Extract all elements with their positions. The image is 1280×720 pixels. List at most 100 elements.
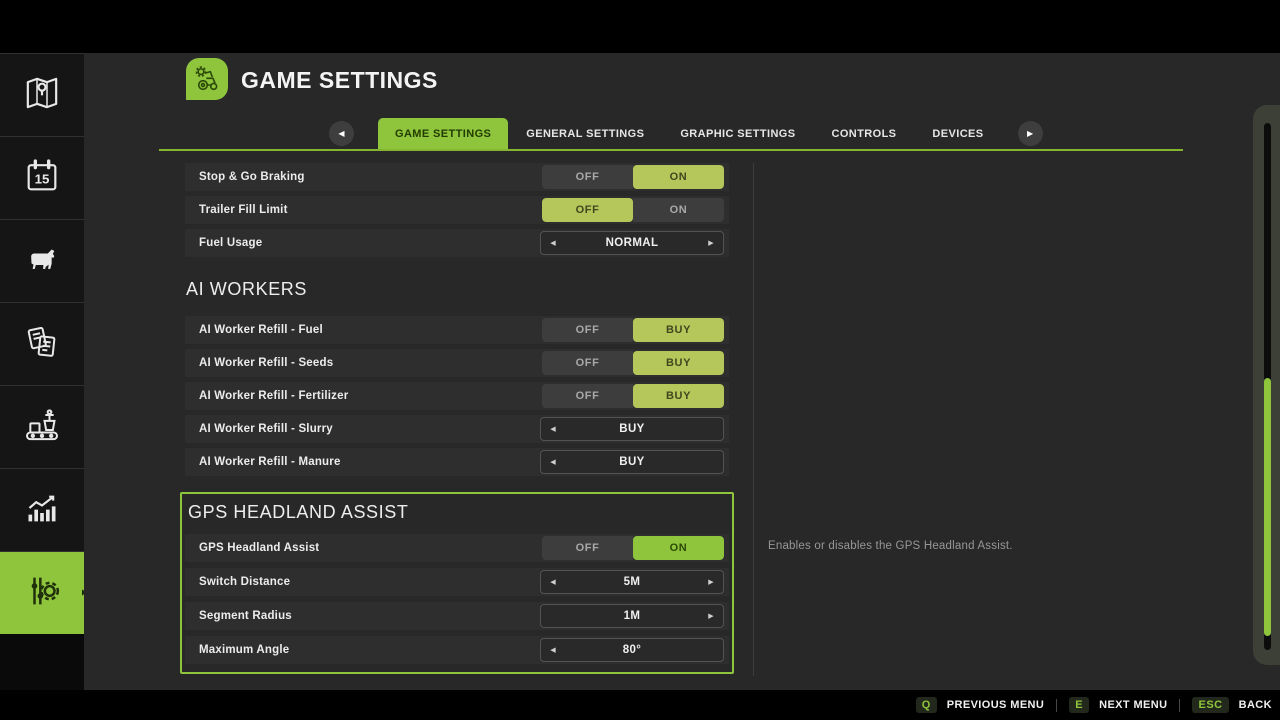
tab-underline [159,149,1183,151]
value-selector: ◀80°▶ [540,638,724,662]
setting-control: ◀5M▶ [540,570,724,594]
value-selector: ◀1M▶ [540,604,724,628]
settings-section: Stop & Go BrakingOFFONTrailer Fill Limit… [180,163,734,257]
setting-label: AI Worker Refill - Fertilizer [185,390,542,402]
setting-control: ◀1M▶ [540,604,724,628]
toggle-option-off[interactable]: OFF [542,198,633,222]
settings-section: AI WORKERSAI Worker Refill - FuelOFFBUYA… [180,277,734,476]
hint-label: BACK [1239,699,1272,711]
toggle-group: OFFBUY [542,318,724,342]
statistics-icon [22,488,62,533]
finances-icon [22,322,62,367]
setting-row: Maximum Angle◀80°▶ [185,636,729,664]
tab-devices[interactable]: DEVICES [914,118,1001,149]
toggle-group: OFFBUY [542,351,724,375]
toggle-option-off[interactable]: OFF [542,351,633,375]
hint-label: NEXT MENU [1099,699,1167,711]
tab-graphic-settings[interactable]: GRAPHIC SETTINGS [662,118,813,149]
selector-next-icon[interactable]: ▶ [699,239,723,247]
selector-next-icon[interactable]: ▶ [699,578,723,586]
settings-icon [22,571,62,616]
setting-control: ◀BUY▶ [540,450,724,474]
chevron-left-icon: ◀ [338,129,344,138]
setting-row: GPS Headland AssistOFFON [185,534,729,562]
setting-label: Maximum Angle [185,644,540,656]
toggle-option-buy[interactable]: BUY [633,318,724,342]
setting-control: OFFON [542,198,724,222]
letterbox-top [0,0,1280,53]
selector-value: BUY [565,456,699,468]
selector-next-icon[interactable]: ▶ [699,612,723,620]
toggle-option-off[interactable]: OFF [542,384,633,408]
main-panel: GAME SETTINGS ◀GAME SETTINGSGENERAL SETT… [84,53,1280,690]
toggle-option-buy[interactable]: BUY [633,351,724,375]
section-title: AI WORKERS [186,277,734,301]
key-badge: Q [916,697,937,713]
selector-prev-icon[interactable]: ◀ [541,458,565,466]
setting-label: Segment Radius [185,610,540,622]
toggle-option-on[interactable]: ON [633,165,724,189]
settings-list: Stop & Go BrakingOFFONTrailer Fill Limit… [180,163,734,674]
setting-label: AI Worker Refill - Slurry [185,423,540,435]
chevron-right-icon: ▶ [1027,129,1033,138]
setting-control: OFFON [542,536,724,560]
selector-prev-icon[interactable]: ◀ [541,425,565,433]
hint-label: PREVIOUS MENU [947,699,1045,711]
highlighted-settings-section: GPS HEADLAND ASSISTGPS Headland AssistOF… [180,492,734,674]
toggle-group: OFFON [542,165,724,189]
key-hint-next-menu: E NEXT MENU [1069,697,1167,713]
sidebar-item-statistics[interactable] [0,469,84,552]
setting-row: Switch Distance◀5M▶ [185,568,729,596]
value-selector: ◀5M▶ [540,570,724,594]
tab-bar: ◀ GAME SETTINGSGENERAL SETTINGSGRAPHIC SE… [329,118,1043,149]
selector-prev-icon[interactable]: ◀ [541,646,565,654]
value-selector: ◀NORMAL▶ [540,231,724,255]
key-badge: E [1069,697,1089,713]
selector-value: 1M [565,610,699,622]
setting-label: Switch Distance [185,576,540,588]
sidebar-item-calendar[interactable]: 15 [0,137,84,220]
setting-row: AI Worker Refill - Manure◀BUY▶ [185,448,729,476]
setting-control: ◀BUY▶ [540,417,724,441]
toggle-option-off[interactable]: OFF [542,318,633,342]
map-icon [22,73,62,118]
svg-text:15: 15 [35,171,50,186]
calendar-icon: 15 [22,156,62,201]
scrollbar-track[interactable] [1264,123,1271,650]
key-hint-back: ESC BACK [1192,697,1272,713]
setting-label: AI Worker Refill - Manure [185,456,540,468]
sidebar-item-settings[interactable] [0,552,84,634]
selector-value: 80° [565,644,699,656]
setting-control: ◀80°▶ [540,638,724,662]
toggle-option-buy[interactable]: BUY [633,384,724,408]
sidebar-item-production[interactable] [0,386,84,469]
tabs-next-button[interactable]: ▶ [1018,121,1043,146]
scrollbar [1253,105,1280,665]
tab-game-settings[interactable]: GAME SETTINGS [378,118,508,149]
setting-label: AI Worker Refill - Seeds [185,357,542,369]
toggle-group: OFFON [542,536,724,560]
selector-prev-icon[interactable]: ◀ [541,239,565,247]
tab-general-settings[interactable]: GENERAL SETTINGS [508,118,662,149]
selector-prev-icon[interactable]: ◀ [541,578,565,586]
tabs-prev-button[interactable]: ◀ [329,121,354,146]
footer-bar: Q PREVIOUS MENU E NEXT MENU ESC BACK [0,690,1280,720]
toggle-option-off[interactable]: OFF [542,165,633,189]
production-icon [22,405,62,450]
toggle-option-off[interactable]: OFF [542,536,633,560]
setting-control: OFFBUY [542,318,724,342]
page-title: GAME SETTINGS [241,67,438,94]
setting-row: AI Worker Refill - Slurry◀BUY▶ [185,415,729,443]
toggle-option-on[interactable]: ON [633,198,724,222]
selector-value: 5M [565,576,699,588]
sidebar-item-animals[interactable] [0,220,84,303]
sidebar-item-map[interactable] [0,53,84,137]
scrollbar-thumb[interactable] [1264,378,1271,636]
setting-control: OFFBUY [542,384,724,408]
setting-row: Stop & Go BrakingOFFON [185,163,729,191]
key-badge: ESC [1192,697,1228,713]
toggle-option-on[interactable]: ON [633,536,724,560]
animals-icon [22,239,62,284]
sidebar-item-finances[interactable] [0,303,84,386]
tab-controls[interactable]: CONTROLS [814,118,915,149]
